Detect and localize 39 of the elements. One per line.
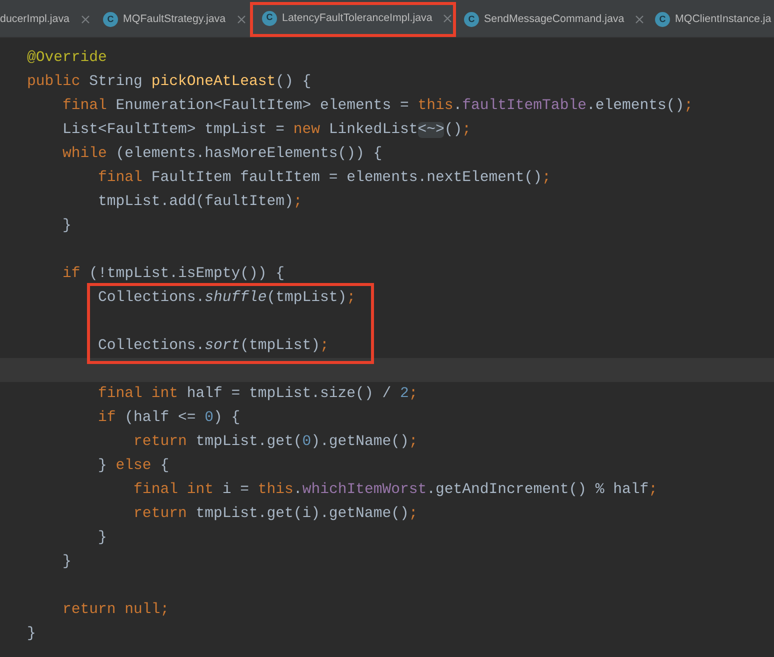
- code-line: List<FaultItem> tmpList = new LinkedList<~>();: [62, 120, 472, 140]
- tab-label: SendMessageCommand.java: [484, 12, 624, 28]
- editor-tab[interactable]: C MQFaultStrategy.java: [95, 2, 250, 37]
- code-line: if (half <= 0) {: [97, 408, 240, 428]
- class-icon: C: [655, 12, 670, 27]
- code-line: final int i = this.whichItemWorst.getAndIncrement() % half;: [132, 480, 658, 500]
- editor-tab[interactable]: ducerImpl.java: [0, 2, 95, 37]
- close-icon[interactable]: [80, 15, 90, 24]
- tab-label: MQClientInstance.ja: [675, 12, 772, 28]
- tab-label: LatencyFaultToleranceImpl.java: [282, 10, 432, 26]
- code-line: }: [62, 552, 72, 572]
- code-line: @Override: [27, 48, 107, 68]
- code-line: Collections.shuffle(tmpList);: [97, 288, 356, 308]
- code-line: return tmpList.get(0).getName();: [132, 432, 418, 452]
- code-line: while (elements.hasMoreElements()) {: [62, 144, 382, 164]
- code-line: Collections.sort(tmpList);: [97, 336, 329, 356]
- class-icon: C: [262, 10, 277, 26]
- close-icon[interactable]: [236, 15, 246, 24]
- code-line: return null;: [62, 600, 170, 620]
- class-icon: C: [464, 12, 479, 27]
- code-line: }: [62, 216, 72, 236]
- class-icon: C: [103, 12, 118, 27]
- code-line: }: [27, 624, 36, 644]
- code-line: final Enumeration<FaultItem> elements = this.faultItemTable.elements();: [62, 96, 694, 116]
- tab-label: MQFaultStrategy.java: [123, 12, 226, 28]
- editor-tab[interactable]: C LatencyFaultToleranceImpl.java: [250, 2, 456, 37]
- code-line: }: [97, 528, 107, 548]
- code-line: final int half = tmpList.size() / 2;: [97, 384, 418, 404]
- tab-label: ducerImpl.java: [0, 12, 70, 28]
- code-line: public String pickOneAtLeast() {: [27, 72, 312, 92]
- code-line: if (!tmpList.isEmpty()) {: [62, 264, 285, 284]
- close-icon[interactable]: [635, 15, 644, 24]
- code-line: final FaultItem faultItem = elements.nextElement();: [97, 168, 551, 188]
- code-line: return tmpList.get(i).getName();: [132, 504, 418, 524]
- code-line: tmpList.add(faultItem);: [97, 192, 302, 212]
- editor-tab[interactable]: C SendMessageCommand.java: [456, 2, 647, 37]
- close-icon[interactable]: [443, 14, 452, 22]
- code-line: } else {: [97, 456, 170, 476]
- editor-tab[interactable]: C MQClientInstance.ja: [647, 2, 774, 37]
